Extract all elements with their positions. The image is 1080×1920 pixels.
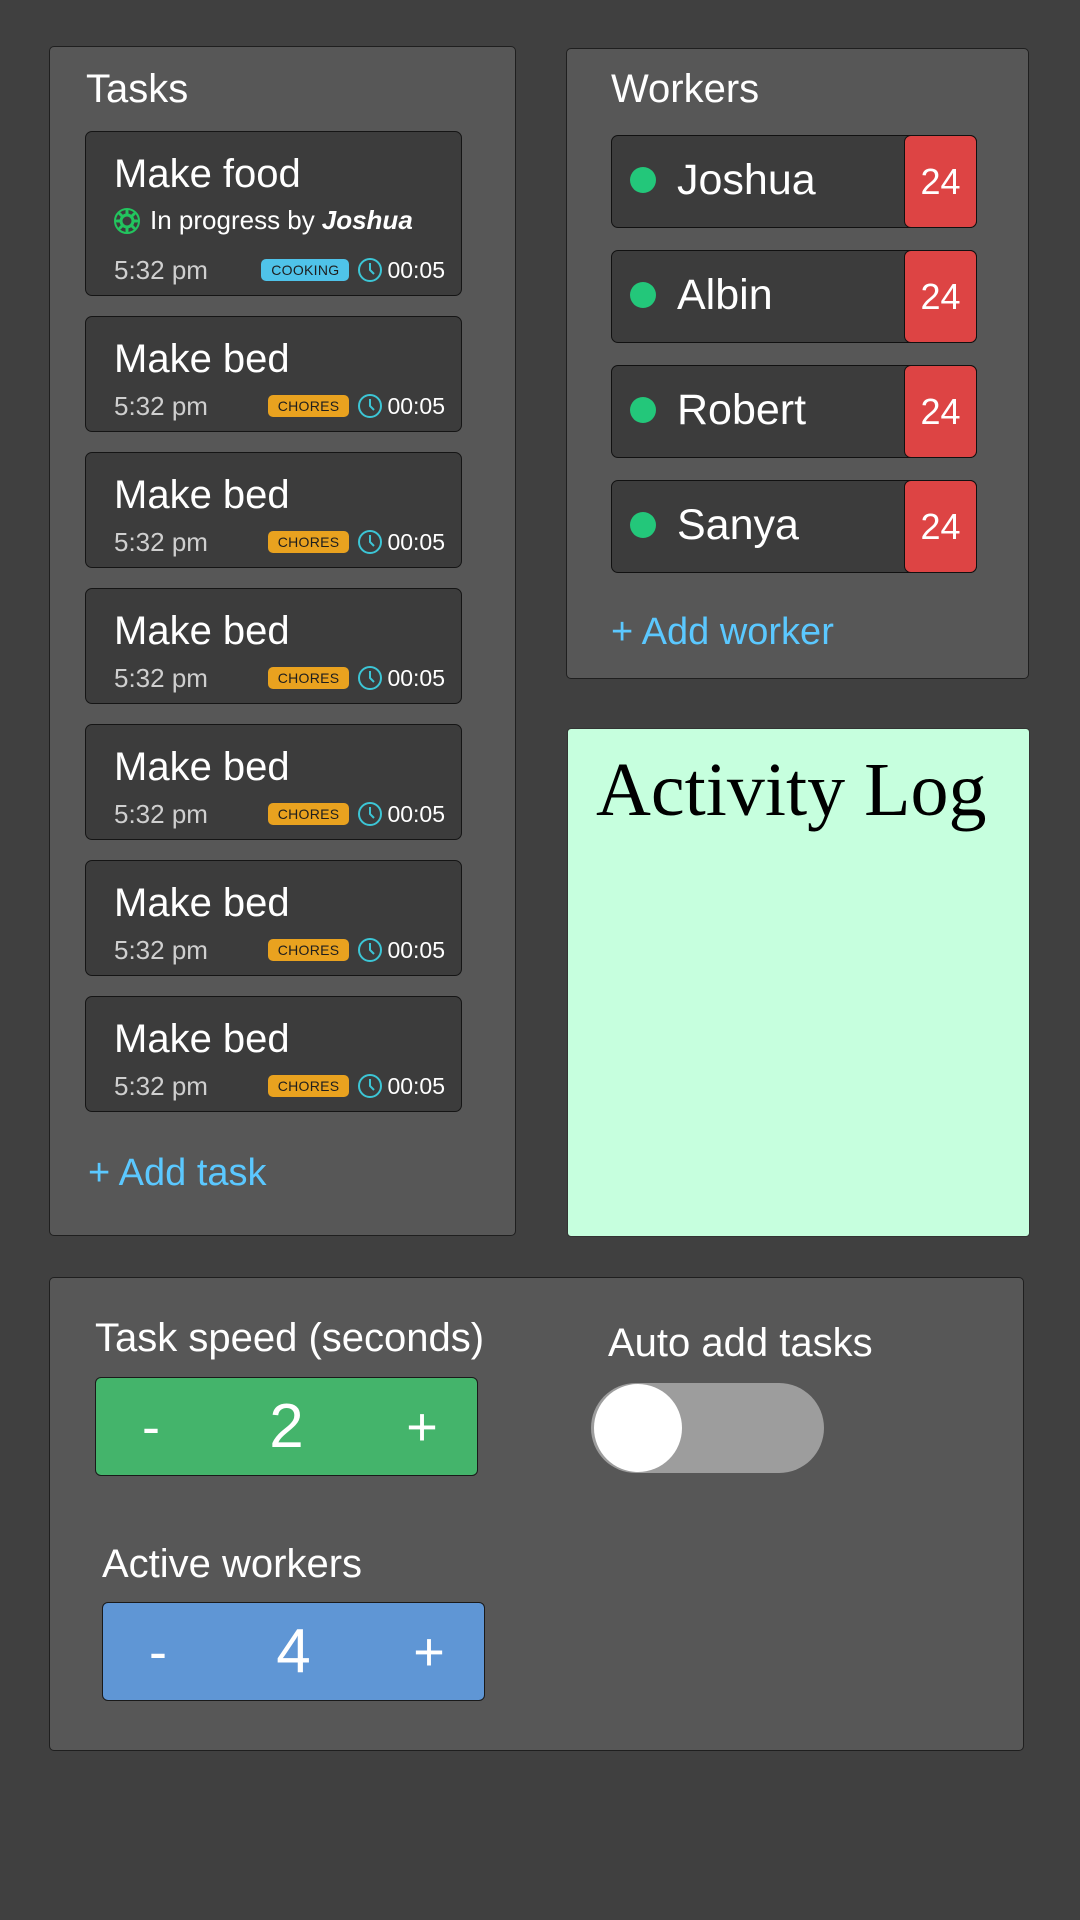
worker-count-badge: 24 [904, 365, 977, 458]
task-meta: 5:32 pm CHORES 00:05 [114, 1069, 445, 1103]
task-speed-label: Task speed (seconds) [95, 1316, 485, 1360]
task-list: Make food In progress by Joshua 5:32 pm … [85, 131, 463, 1132]
worker-name: Joshua [677, 156, 816, 204]
task-meta: 5:32 pm CHORES 00:05 [114, 389, 445, 423]
task-card[interactable]: Make bed 5:32 pm CHORES 00:05 [85, 996, 462, 1112]
assigned-worker: Joshua [321, 205, 413, 235]
clock-icon [358, 530, 383, 554]
tasks-panel: Tasks Make food In progress by Joshua 5:… [49, 46, 516, 1236]
online-status-icon [630, 167, 656, 193]
clock-icon [358, 1074, 383, 1098]
status-text: In progress by [150, 205, 315, 235]
task-duration: 00:05 [387, 800, 445, 827]
task-tag: CHORES [267, 939, 350, 961]
worker-name: Robert [677, 386, 807, 434]
workers-panel: Workers Joshua 24 Albin 24 Robert 24 San… [566, 48, 1029, 679]
active-workers-value: 4 [276, 1617, 311, 1686]
tasks-title: Tasks [86, 67, 189, 111]
task-duration: 00:05 [387, 256, 445, 283]
online-status-icon [630, 512, 656, 538]
task-title: Make bed [114, 881, 290, 925]
task-title: Make bed [114, 609, 290, 653]
toggle-knob [594, 1384, 682, 1472]
task-time: 5:32 pm [114, 1070, 208, 1101]
task-time: 5:32 pm [114, 390, 208, 421]
worker-row[interactable]: Robert 24 [611, 365, 977, 458]
task-title: Make bed [114, 745, 290, 789]
gear-icon [114, 207, 140, 234]
active-workers-increase-button[interactable]: + [374, 1621, 484, 1683]
task-card[interactable]: Make bed 5:32 pm CHORES 00:05 [85, 316, 462, 432]
task-duration: 00:05 [387, 392, 445, 419]
task-card[interactable]: Make bed 5:32 pm CHORES 00:05 [85, 588, 462, 704]
activity-log-panel: Activity Log [567, 728, 1030, 1237]
worker-row[interactable]: Sanya 24 [611, 480, 977, 573]
task-speed-stepper: - 2 + [95, 1377, 478, 1476]
settings-panel: Task speed (seconds) - 2 + Auto add task… [49, 1277, 1024, 1751]
task-duration: 00:05 [387, 1072, 445, 1099]
task-tag: CHORES [267, 1075, 350, 1097]
worker-name: Sanya [677, 501, 799, 549]
task-meta: 5:32 pm CHORES 00:05 [114, 525, 445, 559]
task-meta: 5:32 pm CHORES 00:05 [114, 933, 445, 967]
worker-count-badge: 24 [904, 480, 977, 573]
add-task-button[interactable]: + Add task [88, 1152, 267, 1195]
task-time: 5:32 pm [114, 662, 208, 693]
worker-row[interactable]: Albin 24 [611, 250, 977, 343]
clock-icon [358, 394, 383, 418]
task-time: 5:32 pm [114, 798, 208, 829]
task-tag: CHORES [267, 667, 350, 689]
auto-add-toggle[interactable] [591, 1383, 824, 1473]
active-workers-label: Active workers [102, 1542, 363, 1586]
task-meta: 5:32 pm CHORES 00:05 [114, 797, 445, 831]
task-tag: CHORES [267, 531, 350, 553]
task-meta: 5:32 pm CHORES 00:05 [114, 661, 445, 695]
auto-add-label: Auto add tasks [608, 1321, 873, 1365]
task-title: Make bed [114, 337, 290, 381]
task-card[interactable]: Make bed 5:32 pm CHORES 00:05 [85, 860, 462, 976]
task-time: 5:32 pm [114, 526, 208, 557]
task-card[interactable]: Make bed 5:32 pm CHORES 00:05 [85, 452, 462, 568]
worker-count-badge: 24 [904, 250, 977, 343]
task-title: Make food [114, 152, 301, 196]
clock-icon [358, 802, 383, 826]
online-status-icon [630, 397, 656, 423]
active-workers-decrease-button[interactable]: - [103, 1621, 213, 1683]
app-page: Tasks Make food In progress by Joshua 5:… [0, 0, 1080, 1920]
task-speed-value: 2 [269, 1392, 304, 1461]
activity-log-title: Activity Log [596, 748, 987, 832]
task-card[interactable]: Make food In progress by Joshua 5:32 pm … [85, 131, 462, 296]
task-time: 5:32 pm [114, 254, 208, 285]
workers-title: Workers [611, 67, 760, 111]
clock-icon [358, 666, 383, 690]
task-speed-increase-button[interactable]: + [367, 1396, 477, 1458]
task-title: Make bed [114, 1017, 290, 1061]
task-tag: COOKING [261, 259, 350, 281]
task-status: In progress by Joshua [112, 205, 413, 236]
task-speed-decrease-button[interactable]: - [96, 1396, 206, 1458]
online-status-icon [630, 282, 656, 308]
task-duration: 00:05 [387, 528, 445, 555]
task-meta: 5:32 pm COOKING 00:05 [114, 253, 445, 287]
task-time: 5:32 pm [114, 934, 208, 965]
worker-row[interactable]: Joshua 24 [611, 135, 977, 228]
task-tag: CHORES [267, 395, 350, 417]
worker-list: Joshua 24 Albin 24 Robert 24 Sanya 24 [611, 135, 977, 595]
clock-icon [358, 258, 383, 282]
task-card[interactable]: Make bed 5:32 pm CHORES 00:05 [85, 724, 462, 840]
add-worker-button[interactable]: + Add worker [611, 611, 834, 654]
task-title: Make bed [114, 473, 290, 517]
clock-icon [358, 938, 383, 962]
task-duration: 00:05 [387, 664, 445, 691]
worker-name: Albin [677, 271, 773, 319]
task-duration: 00:05 [387, 936, 445, 963]
worker-count-badge: 24 [904, 135, 977, 228]
task-tag: CHORES [267, 803, 350, 825]
active-workers-stepper: - 4 + [102, 1602, 485, 1701]
